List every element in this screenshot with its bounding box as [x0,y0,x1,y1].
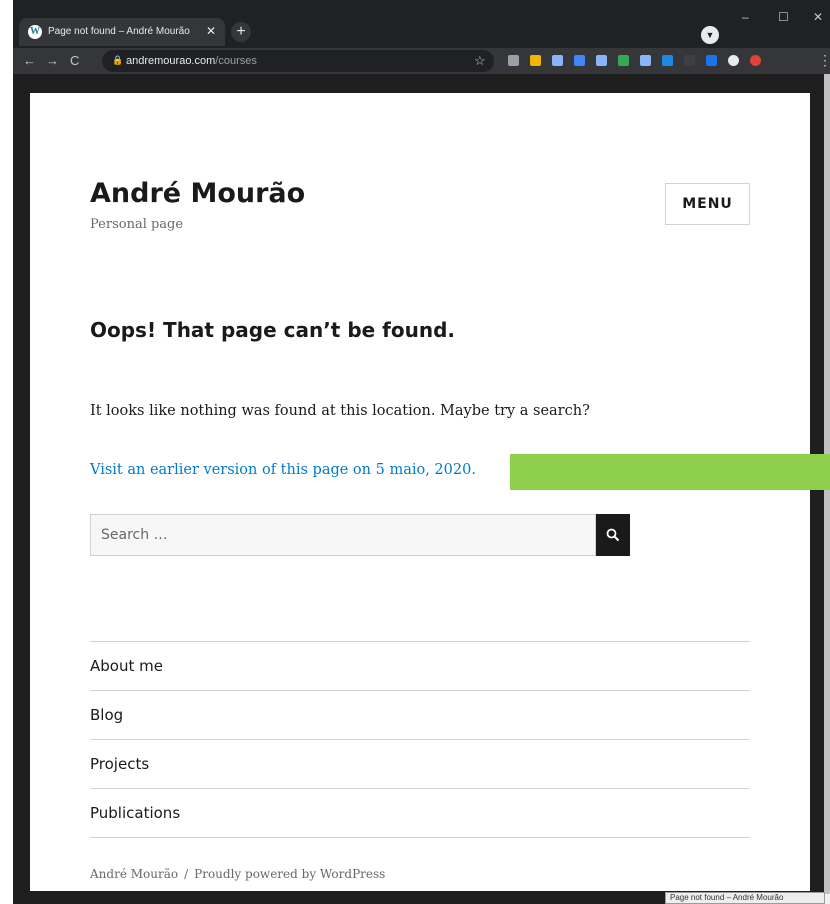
extension-icon[interactable] [596,55,607,66]
status-tooltip: Page not found – André Mourão [665,892,825,904]
lock-icon: 🔒 [112,55,124,65]
address-bar[interactable]: 🔒 andremourao.com/courses ☆ [102,50,494,72]
footer-separator: / [184,867,189,881]
wordpress-icon: W [28,25,42,39]
footer-nav-item-blog[interactable]: Blog [90,691,750,740]
back-icon[interactable]: ← [23,53,36,68]
extension-icon[interactable] [728,55,739,66]
footer-author-link[interactable]: André Mourão [90,867,178,881]
tab-strip: W Page not found – André Mourão ✕ + ▼ – … [13,0,830,48]
powered-by-link[interactable]: Proudly powered by WordPress [194,867,385,881]
search-button[interactable] [596,514,630,556]
minimize-button[interactable]: – [742,10,749,24]
search-placeholder: Search … [101,527,168,543]
not-found-message: It looks like nothing was found at this … [90,403,590,419]
extension-icon[interactable] [574,55,585,66]
menu-button[interactable]: MENU [665,183,750,225]
search-icon [606,528,620,542]
maximize-button[interactable]: ☐ [778,10,789,24]
extension-icon[interactable] [618,55,629,66]
extension-icon[interactable] [640,55,651,66]
site-title[interactable]: André Mourão [90,178,305,209]
archive-link[interactable]: Visit an earlier version of this page on… [90,462,476,478]
browser-tab[interactable]: W Page not found – André Mourão ✕ [19,18,225,46]
extension-icon[interactable] [662,55,673,66]
site-tagline: Personal page [90,217,184,232]
more-menu-icon[interactable]: ⋮ [818,52,830,69]
page-content: André Mourão Personal page MENU Oops! Th… [30,93,810,891]
extension-icon[interactable] [750,55,761,66]
tab-title: Page not found – André Mourão [48,26,190,37]
footer-nav-item-about[interactable]: About me [90,642,750,691]
footer-nav-item-publications[interactable]: Publications [90,789,750,838]
site-info: André Mourão / Proudly powered by WordPres… [90,867,385,881]
profile-icon[interactable]: ▼ [701,26,719,44]
green-highlight-bar [510,454,830,490]
page-title: Oops! That page can’t be found. [90,318,455,342]
extension-icon[interactable] [530,55,541,66]
footer-navigation: About me Blog Projects Publications [90,641,750,838]
reload-icon[interactable]: C [70,53,79,68]
new-tab-button[interactable]: + [231,22,251,42]
close-window-button[interactable]: ✕ [813,10,823,24]
extension-icon[interactable] [684,55,695,66]
extension-icon[interactable] [508,55,519,66]
search-input[interactable]: Search … [90,514,596,556]
close-icon[interactable]: ✕ [206,24,216,38]
bookmark-star-icon[interactable]: ☆ [474,53,486,69]
browser-toolbar: ← → C 🔒 andremourao.com/courses ☆ ⋮ [13,48,830,74]
extension-icon[interactable] [706,55,717,66]
url-text[interactable]: andremourao.com/courses [126,55,257,67]
forward-icon[interactable]: → [46,53,59,68]
footer-nav-item-projects[interactable]: Projects [90,740,750,789]
extension-icon[interactable] [552,55,563,66]
